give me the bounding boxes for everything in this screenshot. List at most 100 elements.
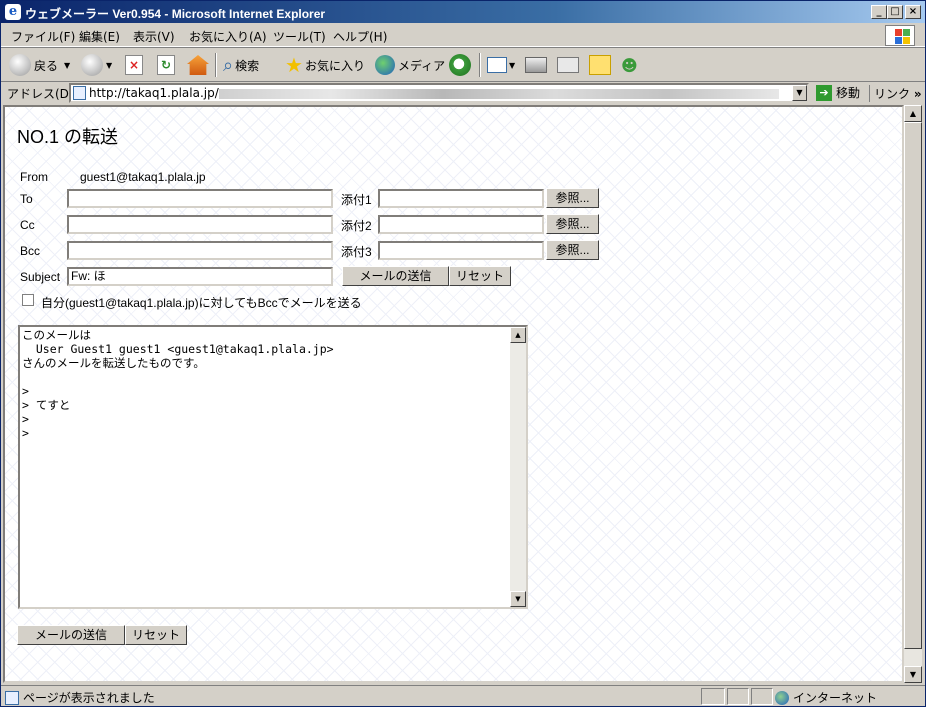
browser-window: e ウェブメーラー Ver0.954 - Microsoft Internet … <box>0 0 926 707</box>
address-url: http://takaq1.plala.jp/ <box>89 86 219 100</box>
from-label: From <box>20 170 48 184</box>
menu-help[interactable]: ヘルプ(H) <box>333 28 387 45</box>
back-arrow-icon <box>9 54 31 76</box>
reset-button[interactable]: リセット <box>449 266 511 286</box>
note-icon <box>589 55 611 75</box>
status-pane <box>751 688 773 705</box>
media-globe-icon <box>375 55 395 75</box>
go-arrow-icon: ➔ <box>816 84 832 101</box>
toolbar: 戻る ▼ ▼ × ↻ ⌕ 検索 ★ お気に入り メディア ▼ ☻ <box>1 48 925 82</box>
subject-input[interactable]: Fw: ほ <box>67 267 333 286</box>
go-label: 移動 <box>836 86 861 100</box>
close-button[interactable]: × <box>905 5 921 19</box>
bcc-self-checkbox[interactable] <box>22 294 34 306</box>
attach2-browse-button[interactable]: 参照... <box>546 214 599 234</box>
menu-favorites[interactable]: お気に入り(A) <box>189 28 267 45</box>
page-title: NO.1 の転送 <box>17 127 119 147</box>
obscured-url <box>218 88 779 99</box>
back-label: 戻る <box>34 58 59 73</box>
textarea-scrollbar[interactable]: ▲ ▼ <box>510 327 526 607</box>
cc-label: Cc <box>20 218 35 232</box>
address-bar: アドレス(D) http://takaq1.plala.jp/ ▼ ➔ 移動 リ… <box>1 82 925 104</box>
cc-input[interactable] <box>67 215 333 234</box>
page-scrollbar[interactable]: ▲ ▼ <box>904 105 922 683</box>
messenger-icon: ☻ <box>621 55 638 75</box>
edit-button[interactable] <box>557 53 579 77</box>
maximize-button[interactable]: □ <box>887 5 903 19</box>
media-label: メディア <box>398 58 446 73</box>
stop-button[interactable]: × <box>125 53 143 77</box>
ie-logo-icon: e <box>5 4 21 20</box>
security-zone: インターネット <box>775 689 877 706</box>
address-dropdown-button[interactable]: ▼ <box>792 85 807 101</box>
reset-button-bottom[interactable]: リセット <box>125 625 187 645</box>
menu-edit[interactable]: 編集(E) <box>79 28 120 45</box>
attach1-browse-button[interactable]: 参照... <box>546 188 599 208</box>
favorites-button[interactable]: ★ お気に入り <box>285 53 365 77</box>
refresh-icon: ↻ <box>157 55 175 75</box>
bcc-input[interactable] <box>67 241 333 260</box>
page-content: NO.1 の転送 From guest1@takaq1.plala.jp To … <box>3 105 904 683</box>
zone-text: インターネット <box>793 691 878 705</box>
home-icon <box>187 55 209 75</box>
menu-file[interactable]: ファイル(F) <box>11 28 75 45</box>
media-button[interactable]: メディア <box>375 53 445 77</box>
back-button[interactable]: 戻る ▼ <box>9 53 70 77</box>
attach3-label: 添付3 <box>341 245 372 259</box>
message-body-textarea[interactable]: このメールは User Guest1 guest1 <guest1@takaq1… <box>18 325 528 609</box>
address-label: アドレス(D) <box>7 87 74 101</box>
toolbar-separator <box>215 53 217 77</box>
attach2-label: 添付2 <box>341 219 372 233</box>
internet-globe-icon <box>775 690 789 705</box>
attach2-input[interactable] <box>378 215 544 234</box>
history-button[interactable] <box>449 53 474 77</box>
menu-view[interactable]: 表示(V) <box>133 28 175 45</box>
mail-button[interactable]: ▼ <box>487 53 515 77</box>
chevron-down-icon: ▼ <box>106 60 113 70</box>
search-label: 検索 <box>235 58 260 73</box>
edit-icon <box>557 57 579 73</box>
discuss-button[interactable] <box>589 53 611 77</box>
send-button-bottom[interactable]: メールの送信 <box>17 625 125 645</box>
send-button[interactable]: メールの送信 <box>342 266 449 286</box>
print-icon <box>525 57 547 73</box>
stop-icon: × <box>125 55 143 75</box>
attach1-input[interactable] <box>378 189 544 208</box>
title-bar: e ウェブメーラー Ver0.954 - Microsoft Internet … <box>1 1 925 23</box>
scroll-down-icon[interactable]: ▼ <box>510 591 526 607</box>
status-bar: ページが表示されました インターネット <box>1 685 925 706</box>
favorites-label: お気に入り <box>304 58 365 73</box>
message-body-text: このメールは User Guest1 guest1 <guest1@takaq1… <box>22 328 334 440</box>
to-label: To <box>20 192 33 206</box>
forward-arrow-icon <box>81 54 103 76</box>
search-button[interactable]: ⌕ 検索 <box>223 53 259 77</box>
star-icon: ★ <box>285 53 303 77</box>
forward-button[interactable]: ▼ <box>81 53 112 77</box>
scroll-thumb[interactable] <box>904 122 922 649</box>
to-input[interactable] <box>67 189 333 208</box>
home-button[interactable] <box>187 53 209 77</box>
links-label: リンク <box>874 87 911 101</box>
chevron-down-icon: ▼ <box>64 60 71 70</box>
search-icon: ⌕ <box>223 54 234 76</box>
menu-tools[interactable]: ツール(T) <box>273 28 326 45</box>
print-button[interactable] <box>525 53 547 77</box>
address-input[interactable]: http://takaq1.plala.jp/ <box>69 83 809 103</box>
bcc-label: Bcc <box>20 244 41 258</box>
attach3-input[interactable] <box>378 241 544 260</box>
bcc-self-label: 自分(guest1@takaq1.plala.jp)に対してもBccでメールを送… <box>41 296 362 310</box>
from-value: guest1@takaq1.plala.jp <box>80 170 206 184</box>
scroll-down-icon[interactable]: ▼ <box>904 666 922 683</box>
refresh-button[interactable]: ↻ <box>157 53 175 77</box>
scroll-up-icon[interactable]: ▲ <box>510 327 526 343</box>
subject-label: Subject <box>20 270 61 284</box>
page-status-icon <box>5 690 19 705</box>
chevron-right-icon: » <box>913 87 922 101</box>
links-button[interactable]: リンク » <box>869 85 922 102</box>
go-button[interactable]: ➔ 移動 <box>816 84 860 101</box>
attach3-browse-button[interactable]: 参照... <box>546 240 599 260</box>
messenger-button[interactable]: ☻ <box>621 53 638 77</box>
scroll-up-icon[interactable]: ▲ <box>904 105 922 122</box>
minimize-button[interactable]: _ <box>871 5 887 19</box>
menu-bar: ファイル(F) 編集(E) 表示(V) お気に入り(A) ツール(T) ヘルプ(… <box>1 24 925 47</box>
